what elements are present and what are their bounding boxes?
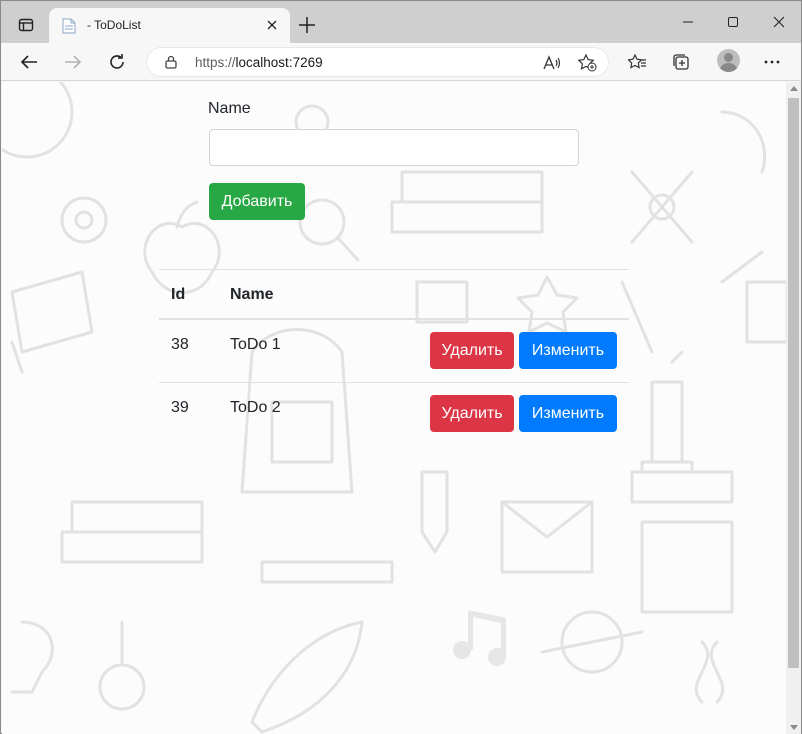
scrollbar-thumb[interactable] xyxy=(788,98,799,668)
row-divider xyxy=(159,382,629,383)
delete-button[interactable]: Удалить xyxy=(430,332,514,369)
address-bar[interactable]: https://localhost:7269 xyxy=(146,47,609,77)
delete-button[interactable]: Удалить xyxy=(430,395,514,432)
url-host: localhost:7269 xyxy=(235,55,323,70)
row-id: 39 xyxy=(171,399,189,416)
scroll-down-icon[interactable] xyxy=(790,725,798,730)
browser-tab[interactable]: - ToDoList xyxy=(49,8,290,43)
url-text[interactable]: https://localhost:7269 xyxy=(195,55,323,70)
add-favorite-icon[interactable] xyxy=(578,54,597,72)
table-top-border xyxy=(159,269,629,270)
column-header-name: Name xyxy=(230,286,274,303)
profile-avatar[interactable] xyxy=(717,49,740,72)
browser-window: - ToDoList https://localhost:7269 Name Д… xyxy=(0,0,802,734)
edit-button[interactable]: Изменить xyxy=(519,395,617,432)
tab-title: - ToDoList xyxy=(87,18,141,32)
minimize-icon[interactable] xyxy=(673,11,703,33)
name-label: Name xyxy=(208,100,251,117)
web-page: Name Добавить Id Name 38 ToDo 1 Удалить … xyxy=(2,82,786,734)
table-header-border xyxy=(159,318,629,320)
url-scheme: https:// xyxy=(195,55,236,70)
read-aloud-icon[interactable] xyxy=(543,55,561,71)
collections-icon[interactable] xyxy=(672,53,690,71)
page-icon xyxy=(62,18,76,34)
title-bar: - ToDoList xyxy=(1,1,801,43)
navigation-bar: https://localhost:7269 xyxy=(1,43,801,81)
tab-actions-icon[interactable] xyxy=(11,11,41,39)
edit-button[interactable]: Изменить xyxy=(519,332,617,369)
doodle-background xyxy=(2,82,786,734)
favorites-icon[interactable] xyxy=(628,54,647,70)
row-name: ToDo 1 xyxy=(230,336,281,353)
scroll-up-icon[interactable] xyxy=(790,86,798,91)
forward-arrow-icon[interactable] xyxy=(60,50,86,74)
new-tab-icon[interactable] xyxy=(297,15,317,35)
row-name: ToDo 2 xyxy=(230,399,281,416)
vertical-scrollbar[interactable] xyxy=(786,82,801,734)
name-input[interactable] xyxy=(209,129,579,166)
back-arrow-icon[interactable] xyxy=(16,50,42,74)
row-id: 38 xyxy=(171,336,189,353)
add-button[interactable]: Добавить xyxy=(209,183,305,220)
lock-icon[interactable] xyxy=(165,55,177,69)
close-window-icon[interactable] xyxy=(764,11,794,33)
refresh-icon[interactable] xyxy=(104,50,130,74)
column-header-id: Id xyxy=(171,286,186,303)
maximize-icon[interactable] xyxy=(718,11,748,33)
close-tab-icon[interactable] xyxy=(264,17,280,33)
more-options-icon[interactable] xyxy=(759,50,785,74)
